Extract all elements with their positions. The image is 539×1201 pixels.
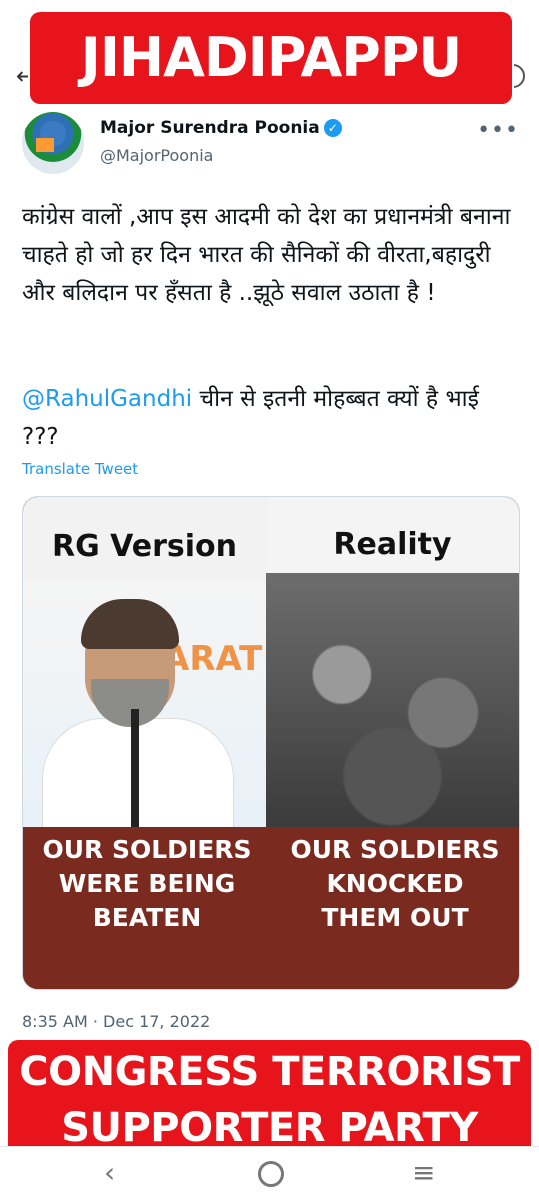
tweet-timestamp[interactable]: 8:35 AM · Dec 17, 2022 — [22, 1012, 210, 1031]
author-name: Major Surendra Poonia — [100, 118, 320, 138]
tweet-media-image[interactable]: RG Version ARAT Reality OUR SOLDIERS WER… — [22, 496, 520, 990]
media-right-panel: Reality — [266, 497, 519, 827]
author-handle[interactable]: @MajorPoonia — [100, 146, 213, 165]
left-panel-photo: ARAT — [23, 579, 266, 827]
left-caption: OUR SOLDIERS WERE BEING BEATEN — [42, 835, 252, 932]
nav-recents-icon[interactable]: ≡ — [412, 1157, 435, 1189]
nav-home-icon[interactable] — [258, 1161, 284, 1187]
microphone-shape — [131, 709, 139, 827]
tweet-text: कांग्रेस वालों ,आप इस आदमी को देश का प्र… — [22, 204, 511, 306]
right-caption: OUR SOLDIERS KNOCKED THEM OUT — [290, 835, 500, 932]
bottom-overlay-banner: CONGRESS TERRORIST SUPPORTER PARTY — [8, 1040, 531, 1160]
right-panel-photo — [266, 573, 519, 827]
translate-tweet-link[interactable]: Translate Tweet — [22, 460, 138, 478]
system-navigation-bar: ‹ ≡ — [0, 1146, 539, 1201]
mention-link[interactable]: @RahulGandhi — [22, 386, 192, 412]
backdrop-text: ARAT — [163, 639, 263, 679]
avatar[interactable] — [22, 112, 84, 174]
right-panel-heading: Reality — [333, 527, 452, 562]
left-panel-heading: RG Version — [52, 529, 237, 564]
author-name-row[interactable]: Major Surendra Poonia ✓ — [100, 118, 342, 138]
tweet-text-second-paragraph: @RahulGandhi चीन से इतनी मोहब्बत क्यों ह… — [22, 380, 522, 456]
person-hair-shape — [81, 599, 179, 649]
media-left-panel: RG Version ARAT — [23, 497, 266, 827]
media-caption-row: OUR SOLDIERS WERE BEING BEATEN OUR SOLDI… — [23, 827, 519, 989]
top-overlay-banner: JIHADIPAPPU — [30, 12, 512, 104]
verified-badge-icon: ✓ — [323, 119, 342, 137]
bottom-banner-line1: CONGRESS TERRORIST — [19, 1049, 520, 1095]
more-options-icon[interactable]: ••• — [477, 118, 519, 143]
nav-back-icon[interactable]: ‹ — [104, 1157, 115, 1189]
